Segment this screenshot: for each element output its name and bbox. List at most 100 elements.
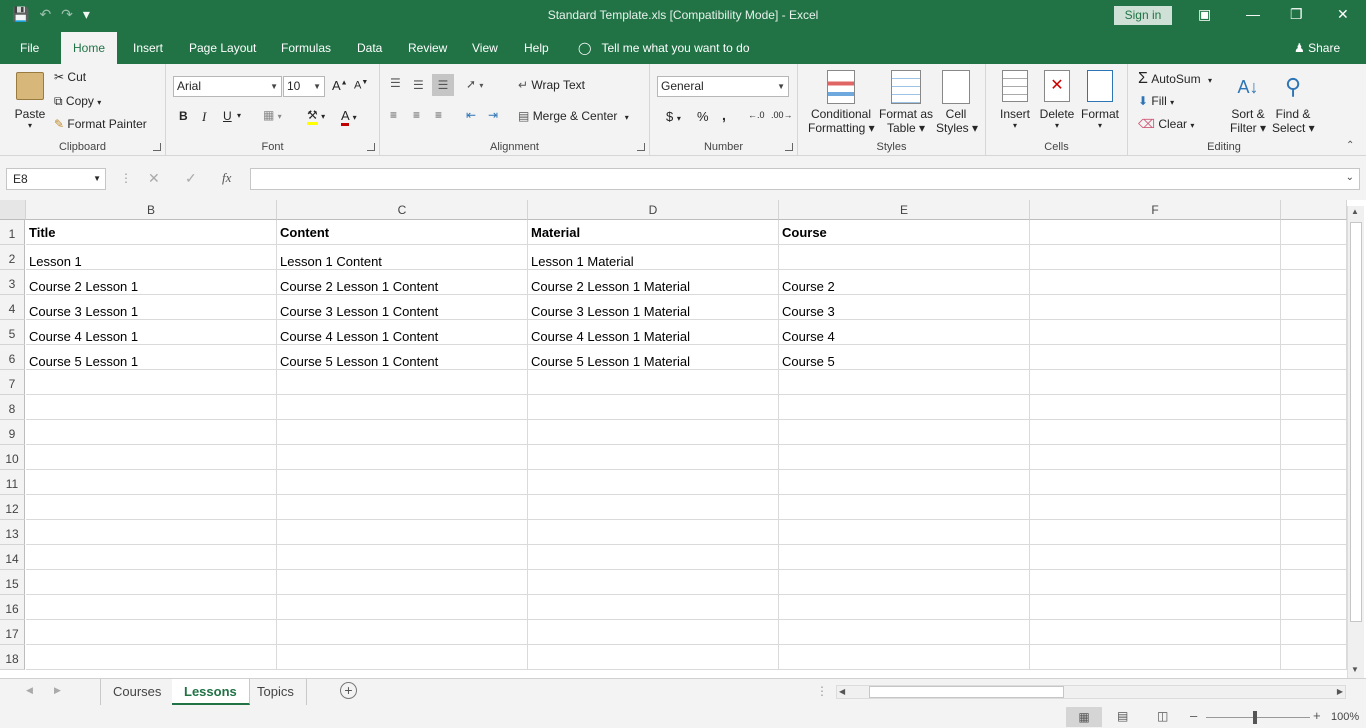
tab-splitter-icon[interactable]: ⋮ (816, 684, 828, 698)
cell-f18[interactable] (1030, 645, 1281, 670)
column-header-f[interactable]: F (1030, 200, 1281, 220)
column-header-e[interactable]: E (779, 200, 1030, 220)
cell-g9[interactable] (1281, 420, 1347, 445)
alignment-launcher-icon[interactable] (637, 143, 645, 151)
cell-e12[interactable] (779, 495, 1030, 520)
cell-e9[interactable] (779, 420, 1030, 445)
cell-d9[interactable] (528, 420, 779, 445)
tab-data[interactable]: Data (357, 32, 382, 64)
zoom-out-icon[interactable]: – (1190, 708, 1197, 723)
currency-button[interactable]: $ ▾ (666, 109, 681, 124)
cell-e8[interactable] (779, 395, 1030, 420)
cell-g14[interactable] (1281, 545, 1347, 570)
cell-g18[interactable] (1281, 645, 1347, 670)
cell-b18[interactable] (26, 645, 277, 670)
sheet-tab-courses[interactable]: Courses (100, 679, 175, 705)
cell-f15[interactable] (1030, 570, 1281, 595)
cell-b2[interactable]: Lesson 1 (26, 245, 277, 270)
row-header[interactable]: 17 (0, 620, 25, 645)
cell-b17[interactable] (26, 620, 277, 645)
scroll-up-icon[interactable]: ▲ (1351, 207, 1359, 216)
cell-b14[interactable] (26, 545, 277, 570)
cell-c7[interactable] (277, 370, 528, 395)
cell-g4[interactable] (1281, 295, 1347, 320)
cell-d11[interactable] (528, 470, 779, 495)
prev-sheet-icon[interactable]: ◀ (26, 685, 33, 696)
cell-b12[interactable] (26, 495, 277, 520)
scroll-down-icon[interactable]: ▼ (1351, 665, 1359, 674)
tab-formulas[interactable]: Formulas (281, 32, 331, 64)
clear-button[interactable]: ⌫ Clear ▾ (1138, 117, 1194, 131)
middle-align-icon[interactable]: ☰ (413, 78, 424, 92)
row-header[interactable]: 7 (0, 370, 25, 395)
sign-in-button[interactable]: Sign in (1114, 6, 1172, 25)
row-header[interactable]: 11 (0, 470, 25, 495)
cell-c6[interactable]: Course 5 Lesson 1 Content (277, 345, 528, 370)
cell-e3[interactable]: Course 2 (779, 270, 1030, 295)
cell-c8[interactable] (277, 395, 528, 420)
row-header[interactable]: 1 (0, 220, 25, 245)
scroll-left-icon[interactable]: ◀ (839, 687, 845, 696)
align-right-icon[interactable]: ≡ (435, 108, 442, 122)
cell-g10[interactable] (1281, 445, 1347, 470)
tab-help[interactable]: Help (524, 32, 549, 64)
collapse-ribbon-icon[interactable]: ⌃ (1346, 140, 1354, 151)
column-header-b[interactable]: B (26, 200, 277, 220)
zoom-slider-thumb[interactable] (1253, 711, 1257, 724)
restore-icon[interactable]: ❐ (1290, 6, 1303, 23)
cell-b10[interactable] (26, 445, 277, 470)
tab-view[interactable]: View (472, 32, 498, 64)
cell-d13[interactable] (528, 520, 779, 545)
cell-c5[interactable]: Course 4 Lesson 1 Content (277, 320, 528, 345)
cell-e4[interactable]: Course 3 (779, 295, 1030, 320)
font-size-select[interactable]: 10 ▼ (283, 76, 325, 97)
cell-c4[interactable]: Course 3 Lesson 1 Content (277, 295, 528, 320)
cell-c14[interactable] (277, 545, 528, 570)
cell-d8[interactable] (528, 395, 779, 420)
clipboard-launcher-icon[interactable] (153, 143, 161, 151)
horizontal-scroll-thumb[interactable] (869, 686, 1064, 698)
cell-e10[interactable] (779, 445, 1030, 470)
cell-c17[interactable] (277, 620, 528, 645)
tell-me-search[interactable]: ◯ Tell me what you want to do (578, 32, 750, 64)
cell-f4[interactable] (1030, 295, 1281, 320)
cell-f17[interactable] (1030, 620, 1281, 645)
cell-d7[interactable] (528, 370, 779, 395)
cell-f10[interactable] (1030, 445, 1281, 470)
row-header[interactable]: 15 (0, 570, 25, 595)
align-center-icon[interactable]: ≡ (413, 108, 420, 122)
cell-f14[interactable] (1030, 545, 1281, 570)
page-layout-view-icon[interactable]: ▤ (1117, 709, 1128, 723)
merge-center-button[interactable]: ▤ Merge & Center ▾ (518, 109, 629, 123)
format-as-table-button[interactable]: Format as Table ▾ (878, 70, 934, 135)
cell-b6[interactable]: Course 5 Lesson 1 (26, 345, 277, 370)
tab-file[interactable]: File (20, 32, 39, 64)
number-launcher-icon[interactable] (785, 143, 793, 151)
vertical-scrollbar[interactable]: ▲ ▼ (1347, 206, 1364, 678)
cell-f12[interactable] (1030, 495, 1281, 520)
row-header[interactable]: 6 (0, 345, 25, 370)
insert-function-icon[interactable]: fx (222, 170, 231, 186)
cell-d18[interactable] (528, 645, 779, 670)
ribbon-display-options-icon[interactable]: ▣ (1198, 6, 1211, 23)
bottom-align-icon[interactable]: ☰ (432, 74, 454, 96)
formula-input[interactable]: ⌄ (250, 168, 1360, 190)
row-header[interactable]: 4 (0, 295, 25, 320)
cell-c11[interactable] (277, 470, 528, 495)
font-name-select[interactable]: Arial ▼ (173, 76, 282, 97)
sheet-tab-topics[interactable]: Topics (245, 679, 307, 705)
cut-button[interactable]: ✂ Cut (54, 70, 86, 84)
format-cells-button[interactable]: Format ▾ (1079, 70, 1121, 130)
number-format-select[interactable]: General ▼ (657, 76, 789, 97)
autosum-button[interactable]: Σ AutoSum ▾ (1138, 70, 1212, 88)
cell-g2[interactable] (1281, 245, 1347, 270)
cell-c16[interactable] (277, 595, 528, 620)
cell-g12[interactable] (1281, 495, 1347, 520)
cell-d6[interactable]: Course 5 Lesson 1 Material (528, 345, 779, 370)
row-header[interactable]: 12 (0, 495, 25, 520)
cell-d10[interactable] (528, 445, 779, 470)
normal-view-icon[interactable]: ▦ (1066, 707, 1102, 727)
new-sheet-icon[interactable]: + (340, 682, 357, 699)
cell-d16[interactable] (528, 595, 779, 620)
cell-e14[interactable] (779, 545, 1030, 570)
